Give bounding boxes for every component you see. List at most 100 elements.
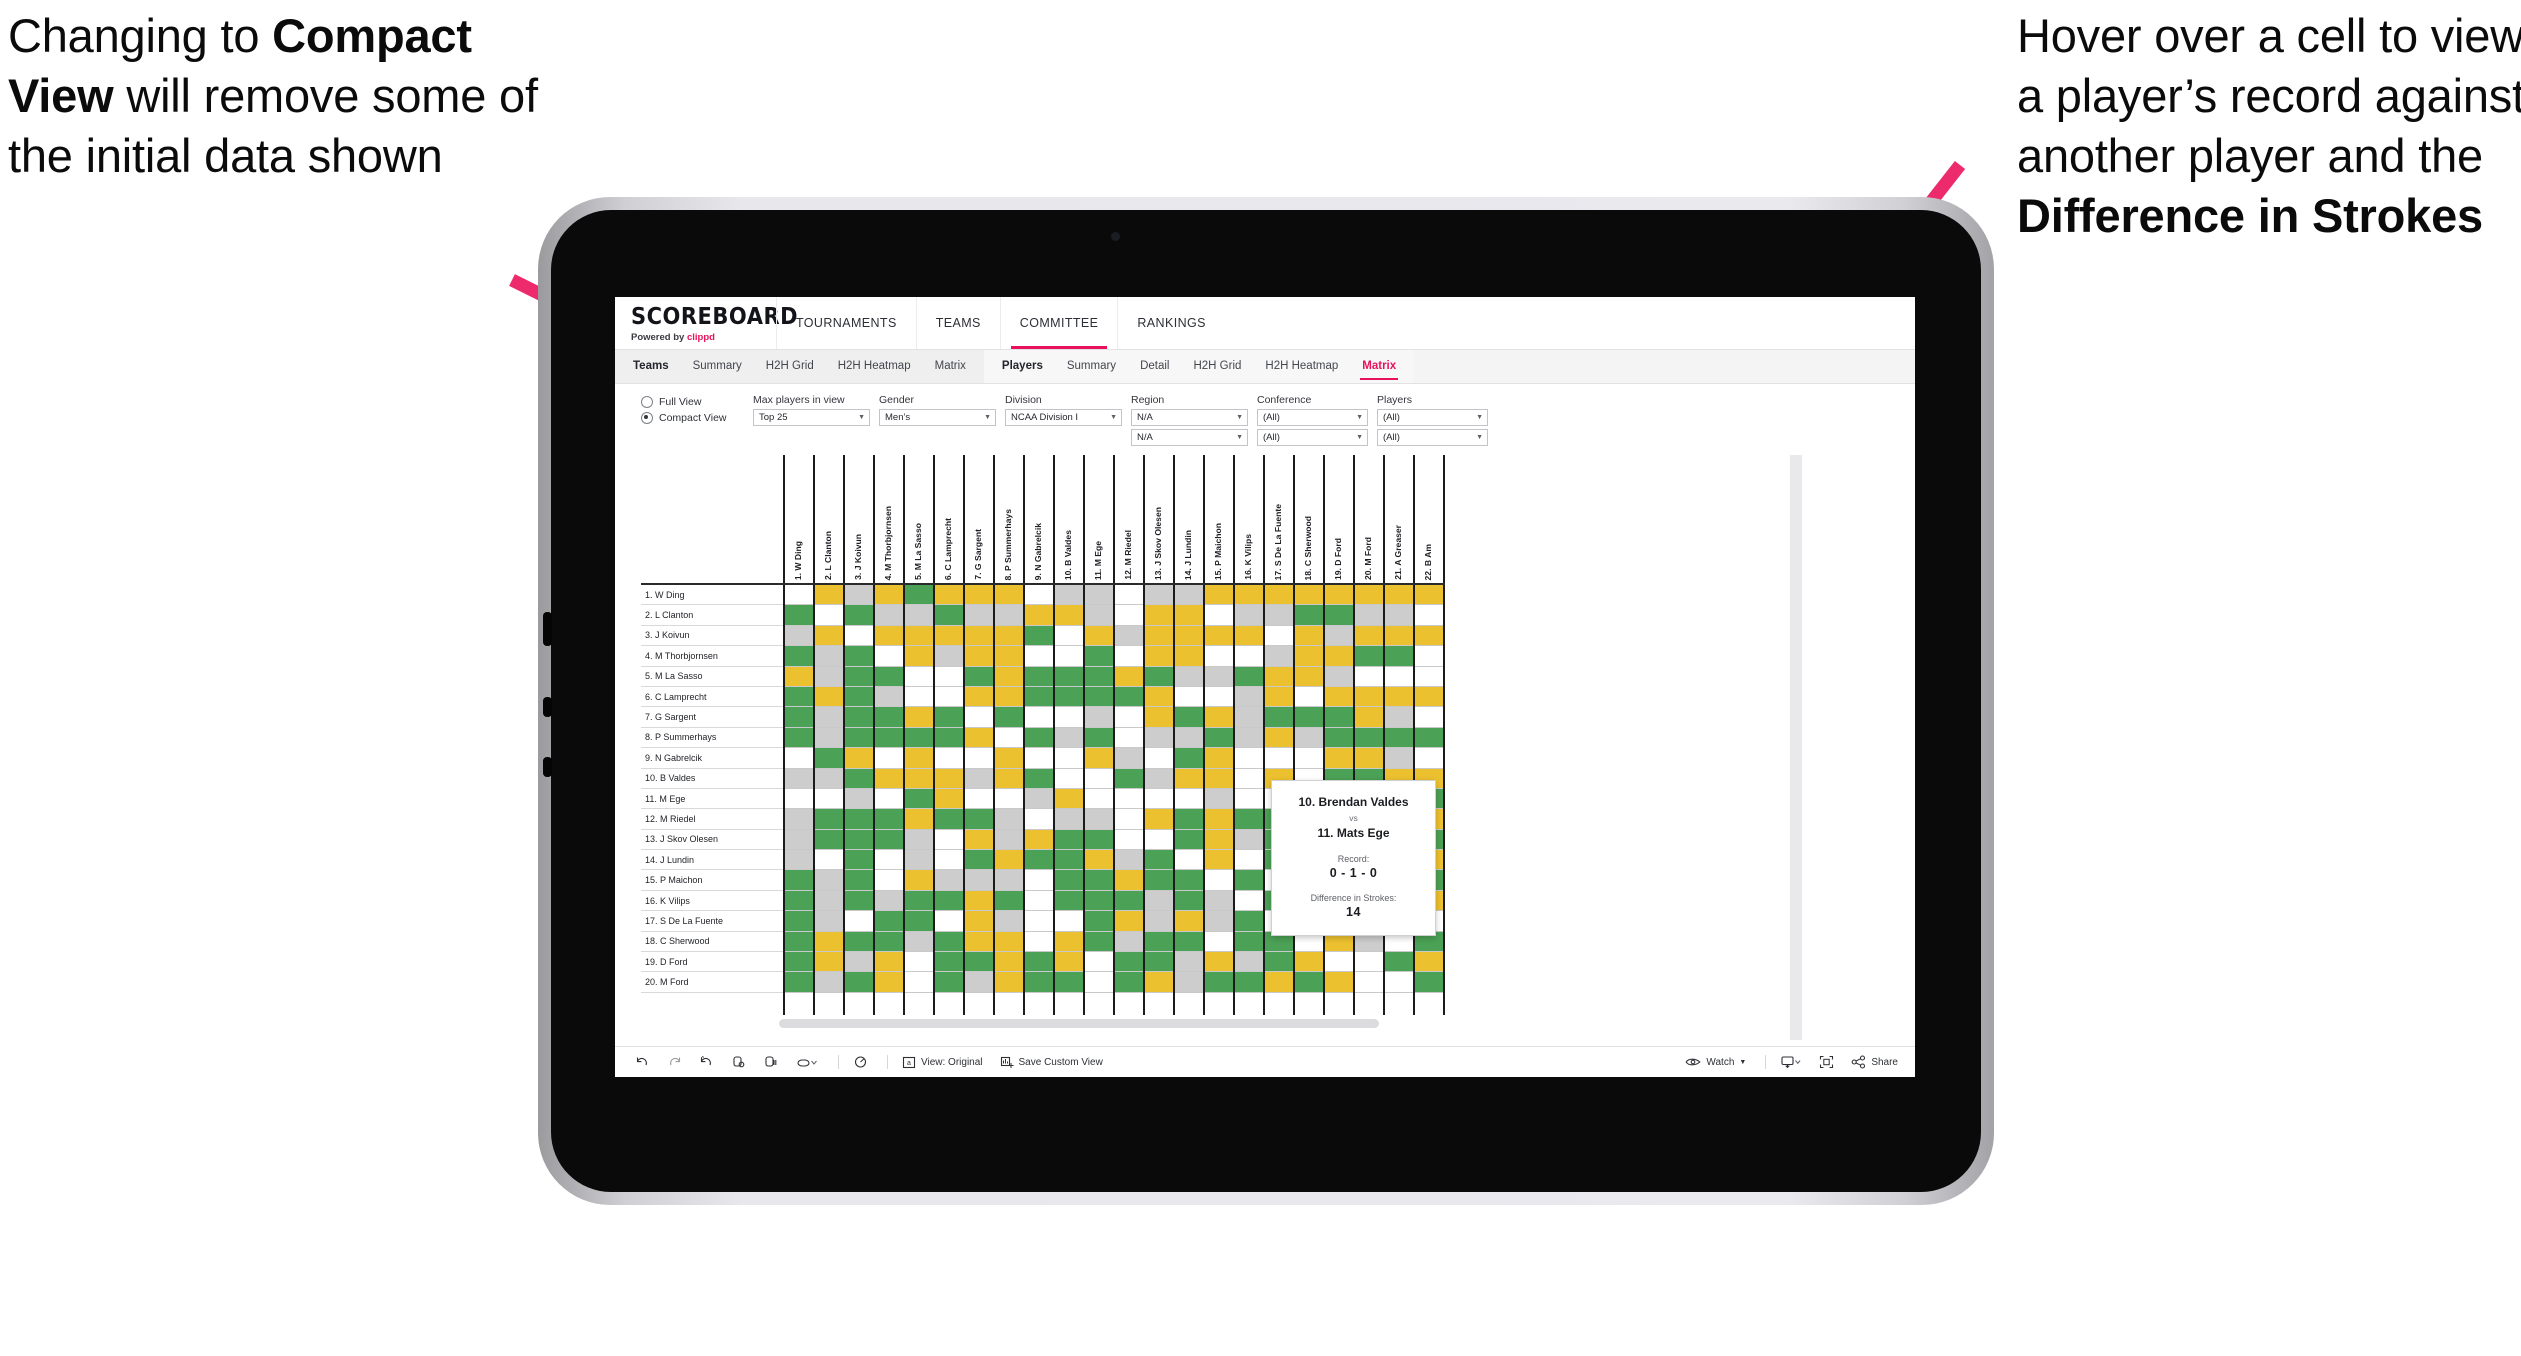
- matrix-cell[interactable]: [813, 869, 844, 891]
- matrix-cell[interactable]: [1143, 666, 1174, 687]
- matrix-cell[interactable]: [903, 910, 934, 932]
- matrix-cell[interactable]: [813, 951, 844, 973]
- subtab-teams-summary[interactable]: Summary: [681, 350, 754, 383]
- subtab-players-h2h-heatmap[interactable]: H2H Heatmap: [1253, 350, 1350, 383]
- matrix-column-header[interactable]: 3. J Koivun: [843, 455, 874, 585]
- matrix-cell[interactable]: [1413, 604, 1445, 626]
- matrix-cell[interactable]: [1203, 829, 1234, 851]
- matrix-cell[interactable]: [903, 931, 934, 953]
- matrix-cell[interactable]: [1143, 645, 1174, 667]
- matrix-cell[interactable]: [1083, 931, 1114, 953]
- matrix-cell[interactable]: [963, 706, 994, 728]
- matrix-cell[interactable]: [813, 686, 844, 708]
- matrix-cell[interactable]: [1113, 584, 1144, 606]
- matrix-cell[interactable]: [1113, 951, 1144, 973]
- matrix-cell[interactable]: [1083, 625, 1114, 647]
- matrix-cell[interactable]: [933, 706, 964, 728]
- subtab-players-matrix[interactable]: Matrix: [1350, 350, 1408, 383]
- matrix-cell[interactable]: [1233, 788, 1264, 810]
- matrix-cell[interactable]: [843, 808, 874, 830]
- matrix-cell[interactable]: [1113, 645, 1144, 667]
- matrix-cell[interactable]: [1023, 747, 1054, 769]
- matrix-cell[interactable]: [963, 910, 994, 932]
- matrix-cell[interactable]: [1203, 747, 1234, 769]
- matrix-row-header[interactable]: 10. B Valdes: [641, 767, 784, 789]
- matrix-cell[interactable]: [1053, 584, 1084, 606]
- matrix-cell[interactable]: [1143, 584, 1174, 606]
- matrix-cell[interactable]: [993, 768, 1024, 789]
- matrix-cell[interactable]: [1383, 625, 1414, 647]
- matrix-cell[interactable]: [933, 584, 964, 606]
- matrix-row-header[interactable]: 15. P Maichon: [641, 869, 784, 891]
- matrix-cell[interactable]: [1383, 727, 1414, 749]
- matrix-cell[interactable]: [783, 971, 814, 993]
- matrix-cell[interactable]: [1113, 706, 1144, 728]
- matrix-cell[interactable]: [963, 971, 994, 993]
- matrix-cell[interactable]: [1143, 768, 1174, 789]
- matrix-cell[interactable]: [1083, 584, 1114, 606]
- subtab-teams-h2h-grid[interactable]: H2H Grid: [754, 350, 826, 383]
- matrix-cell[interactable]: [1143, 625, 1174, 647]
- matrix-cell[interactable]: [933, 666, 964, 687]
- matrix-cell[interactable]: [873, 890, 904, 912]
- matrix-column-header[interactable]: 4. M Thorbjornsen: [873, 455, 904, 585]
- matrix-cell[interactable]: [813, 890, 844, 912]
- matrix-column-header[interactable]: 21. A Greaser: [1383, 455, 1414, 585]
- view-original-button[interactable]: a View: Original: [902, 1056, 983, 1069]
- save-custom-view-button[interactable]: Save Custom View: [1000, 1056, 1103, 1069]
- matrix-cell[interactable]: [1053, 829, 1084, 851]
- matrix-cell[interactable]: [1413, 584, 1445, 606]
- matrix-cell[interactable]: [1113, 666, 1144, 687]
- undo-button[interactable]: [635, 1055, 650, 1069]
- nav-tab-tournaments[interactable]: TOURNAMENTS: [776, 297, 916, 349]
- matrix-cell[interactable]: [1383, 951, 1414, 973]
- matrix-cell[interactable]: [1293, 706, 1324, 728]
- filter-conference-select-secondary[interactable]: (All) ▼: [1257, 429, 1368, 446]
- matrix-cell[interactable]: [1203, 869, 1234, 891]
- revert-button[interactable]: [699, 1055, 714, 1069]
- matrix-cell[interactable]: [1083, 951, 1114, 973]
- matrix-cell[interactable]: [1203, 584, 1234, 606]
- matrix-cell[interactable]: [963, 747, 994, 769]
- matrix-cell[interactable]: [1413, 951, 1445, 973]
- matrix-cell[interactable]: [783, 584, 814, 606]
- matrix-cell[interactable]: [843, 747, 874, 769]
- matrix-cell[interactable]: [1053, 666, 1084, 687]
- matrix-cell[interactable]: [843, 951, 874, 973]
- matrix-column-header[interactable]: 9. N Gabrelcik: [1023, 455, 1054, 585]
- matrix-cell[interactable]: [1023, 849, 1054, 871]
- matrix-cell[interactable]: [783, 829, 814, 851]
- matrix-cell[interactable]: [783, 869, 814, 891]
- subtab-players-summary[interactable]: Summary: [1055, 350, 1128, 383]
- matrix-cell[interactable]: [1233, 910, 1264, 932]
- matrix-cell[interactable]: [1233, 727, 1264, 749]
- matrix-column-header[interactable]: 20. M Ford: [1353, 455, 1384, 585]
- matrix-cell[interactable]: [993, 666, 1024, 687]
- matrix-cell[interactable]: [963, 788, 994, 810]
- matrix-cell[interactable]: [1323, 625, 1354, 647]
- tablet-volume-down-button[interactable]: [543, 757, 552, 777]
- matrix-cell[interactable]: [783, 910, 814, 932]
- matrix-cell[interactable]: [1203, 971, 1234, 993]
- matrix-row-header[interactable]: 13. J Skov Olesen: [641, 828, 784, 851]
- matrix-cell[interactable]: [1323, 971, 1354, 993]
- matrix-cell[interactable]: [963, 768, 994, 789]
- matrix-cell[interactable]: [1203, 686, 1234, 708]
- matrix-cell[interactable]: [1203, 604, 1234, 626]
- matrix-cell[interactable]: [1233, 808, 1264, 830]
- matrix-column-header[interactable]: 18. C Sherwood: [1293, 455, 1324, 585]
- matrix-cell[interactable]: [1083, 829, 1114, 851]
- matrix-cell[interactable]: [1053, 604, 1084, 626]
- matrix-cell[interactable]: [1143, 951, 1174, 973]
- matrix-cell[interactable]: [1113, 829, 1144, 851]
- matrix-column-header[interactable]: 6. C Lamprecht: [933, 455, 964, 585]
- matrix-cell[interactable]: [1083, 666, 1114, 687]
- matrix-column-header[interactable]: 22. B Am: [1413, 455, 1445, 585]
- matrix-cell[interactable]: [1143, 971, 1174, 993]
- matrix-row-header[interactable]: 3. J Koivun: [641, 624, 784, 647]
- matrix-cell[interactable]: [873, 869, 904, 891]
- matrix-cell[interactable]: [813, 584, 844, 606]
- matrix-cell[interactable]: [843, 829, 874, 851]
- matrix-cell[interactable]: [1233, 747, 1264, 769]
- matrix-cell[interactable]: [1113, 910, 1144, 932]
